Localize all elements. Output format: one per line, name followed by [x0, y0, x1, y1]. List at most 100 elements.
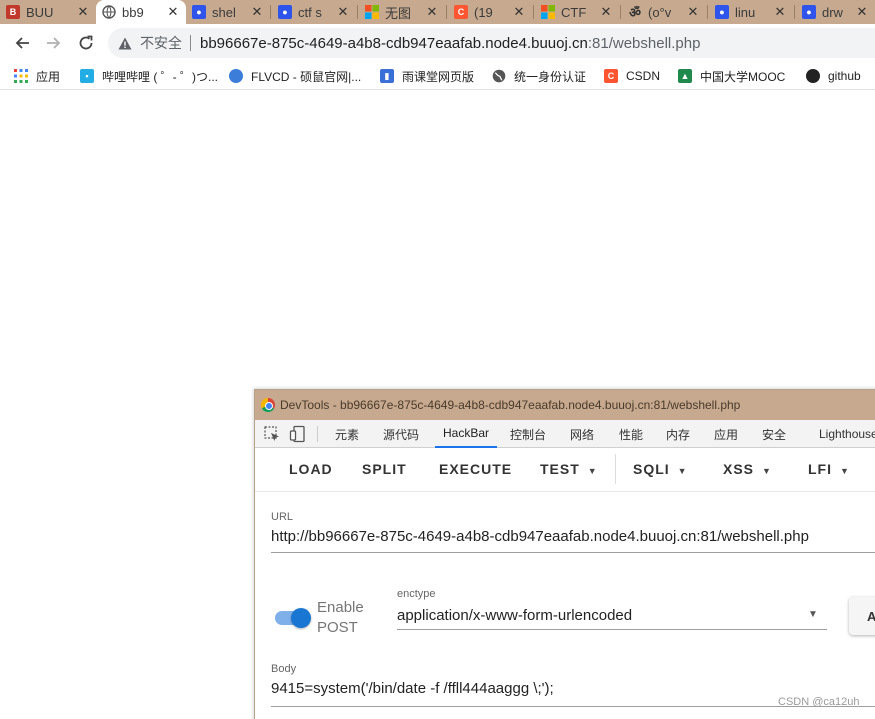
tab-divider: [794, 5, 795, 19]
globe-icon: [492, 69, 506, 83]
tab-title: linu: [735, 4, 756, 20]
not-secure-label[interactable]: 不安全: [140, 33, 182, 53]
tab-no-image[interactable]: 无图 ✕: [359, 0, 445, 24]
omnibox-divider: [190, 35, 191, 51]
bookmark-rain-classroom[interactable]: ▮ 雨课堂网页版: [380, 67, 474, 85]
close-icon[interactable]: ✕: [76, 4, 90, 20]
bookmark-label: CSDN: [626, 69, 661, 83]
close-icon[interactable]: ✕: [250, 4, 264, 20]
xss-dropdown[interactable]: XSS ▼: [723, 461, 772, 477]
tab-divider: [357, 5, 358, 19]
split-button[interactable]: SPLIT: [362, 461, 407, 477]
github-icon: [806, 69, 820, 83]
tab-drw[interactable]: ● drw ✕: [796, 0, 875, 24]
url-path[interactable]: :81/webshell.php: [588, 35, 701, 52]
devtools-tabbar: 元素 源代码 HackBar 控制台 网络 性能 内存 应用 安全 Lighth…: [255, 420, 875, 448]
devtools-tab-network[interactable]: 网络: [570, 420, 594, 448]
sqli-dropdown[interactable]: SQLI ▼: [633, 461, 688, 477]
devtools-tab-memory[interactable]: 内存: [666, 420, 690, 448]
globe-icon: [102, 5, 116, 19]
bookmark-bilibili[interactable]: ▪ 哔哩哔哩 ( ゜- ゜)つ...: [80, 67, 218, 85]
tab-title: drw: [822, 4, 843, 20]
address-bar[interactable]: 不安全 bb96667e-875c-4649-a4b8-cdb947eaafab…: [108, 28, 875, 58]
tab-ctf-s[interactable]: ● ctf s ✕: [272, 0, 356, 24]
execute-button[interactable]: EXECUTE: [439, 461, 512, 477]
tab-title: (19: [474, 4, 493, 20]
tab-active-page[interactable]: bb9 ✕: [96, 0, 186, 24]
close-icon[interactable]: ✕: [686, 4, 700, 20]
close-icon[interactable]: ✕: [599, 4, 613, 20]
body-field[interactable]: 9415=system('/bin/date -f /ffll444aaggg …: [271, 680, 554, 697]
url-host[interactable]: bb96667e-875c-4649-a4b8-cdb947eaafab.nod…: [200, 35, 588, 52]
tab-ctf[interactable]: CTF ✕: [535, 0, 619, 24]
tab-csdn-19[interactable]: C (19 ✕: [448, 0, 532, 24]
close-icon[interactable]: ✕: [166, 4, 180, 20]
tab-divider: [446, 5, 447, 19]
close-icon[interactable]: ✕: [855, 4, 869, 20]
close-icon[interactable]: ✕: [512, 4, 526, 20]
tab-divider: [707, 5, 708, 19]
bookmark-label: 应用: [36, 69, 61, 84]
devtools-tab-elements[interactable]: 元素: [335, 420, 359, 448]
tab-divider: [270, 5, 271, 19]
bookmark-apps[interactable]: 应用: [14, 67, 60, 85]
lfi-dropdown[interactable]: LFI ▼: [808, 461, 850, 477]
csdn-logo-icon: C: [454, 5, 468, 19]
devtools-title: DevTools - bb96667e-875c-4649-a4b8-cdb94…: [280, 398, 741, 412]
url-field-label: URL: [271, 511, 294, 523]
enctype-select[interactable]: application/x-www-form-urlencoded: [397, 607, 632, 624]
xss-label: XSS: [723, 461, 755, 477]
hackbar-toolbar: LOAD SPLIT EXECUTE TEST ▼ SQLI ▼ XSS ▼ LFI ▼: [255, 448, 875, 492]
close-icon[interactable]: ✕: [336, 4, 350, 20]
test-label: TEST: [540, 461, 580, 477]
tab-emoticon[interactable]: ॐ (o°v ✕: [622, 0, 706, 24]
tab-shel[interactable]: ● shel ✕: [186, 0, 270, 24]
bookmark-flvcd[interactable]: FLVCD - 硕鼠官网|...: [229, 67, 361, 85]
bookmark-csdn[interactable]: C CSDN: [604, 67, 660, 85]
om-symbol-icon: ॐ: [629, 5, 641, 20]
test-dropdown[interactable]: TEST ▼: [540, 461, 598, 477]
devtools-tab-security[interactable]: 安全: [762, 420, 786, 448]
tab-divider: [620, 5, 621, 19]
tab-buu[interactable]: B BUU ✕: [0, 0, 96, 24]
url-field-underline: [271, 552, 875, 553]
forward-arrow-icon[interactable]: [43, 32, 65, 54]
enable-post-toggle[interactable]: [273, 606, 311, 628]
buu-logo-icon: B: [6, 5, 20, 19]
tab-linu[interactable]: ● linu ✕: [709, 0, 793, 24]
enable-post-label[interactable]: Enable POST: [317, 598, 377, 638]
bookmark-label: 中国大学MOOC: [700, 69, 786, 84]
bookmark-label: FLVCD - 硕鼠官网|...: [251, 69, 362, 84]
bookmark-label: github: [828, 69, 861, 83]
load-button[interactable]: LOAD: [289, 461, 333, 477]
toggle-knob: [291, 608, 311, 628]
devtools-titlebar[interactable]: DevTools - bb96667e-875c-4649-a4b8-cdb94…: [255, 390, 875, 420]
devtools-tab-hackbar[interactable]: HackBar: [435, 420, 498, 448]
inspect-element-icon[interactable]: [263, 425, 281, 443]
devtools-divider: [317, 426, 318, 442]
bookmark-mooc[interactable]: ▲ 中国大学MOOC: [678, 67, 785, 85]
devtools-tab-console[interactable]: 控制台: [510, 420, 546, 448]
close-icon[interactable]: ✕: [425, 4, 439, 20]
devtools-tab-performance[interactable]: 性能: [619, 420, 643, 448]
bookmark-github[interactable]: github: [806, 67, 861, 85]
back-arrow-icon[interactable]: [11, 32, 33, 54]
add-header-button[interactable]: A: [849, 597, 875, 635]
bookmark-unified-auth[interactable]: 统一身份认证: [492, 67, 586, 85]
warning-triangle-icon[interactable]: [118, 36, 132, 50]
devtools-tab-application[interactable]: 应用: [714, 420, 738, 448]
caret-down-icon[interactable]: ▼: [808, 609, 818, 620]
chrome-logo-icon: [261, 398, 275, 412]
device-toolbar-icon[interactable]: [289, 425, 307, 443]
apps-grid-icon: [14, 69, 28, 83]
devtools-tab-sources[interactable]: 源代码: [383, 420, 419, 448]
bookmark-label: 统一身份认证: [514, 69, 587, 84]
close-icon[interactable]: ✕: [773, 4, 787, 20]
url-field[interactable]: http://bb96667e-875c-4649-a4b8-cdb947eaa…: [271, 528, 875, 545]
tab-title: shel: [212, 4, 236, 20]
windows-logo-icon: [365, 5, 379, 19]
reload-icon[interactable]: [75, 32, 97, 54]
devtools-window: DevTools - bb96667e-875c-4649-a4b8-cdb94…: [254, 389, 875, 719]
devtools-tab-lighthouse[interactable]: Lighthouse: [819, 420, 875, 448]
browser-toolbar: 不安全 bb96667e-875c-4649-a4b8-cdb947eaafab…: [0, 24, 875, 62]
